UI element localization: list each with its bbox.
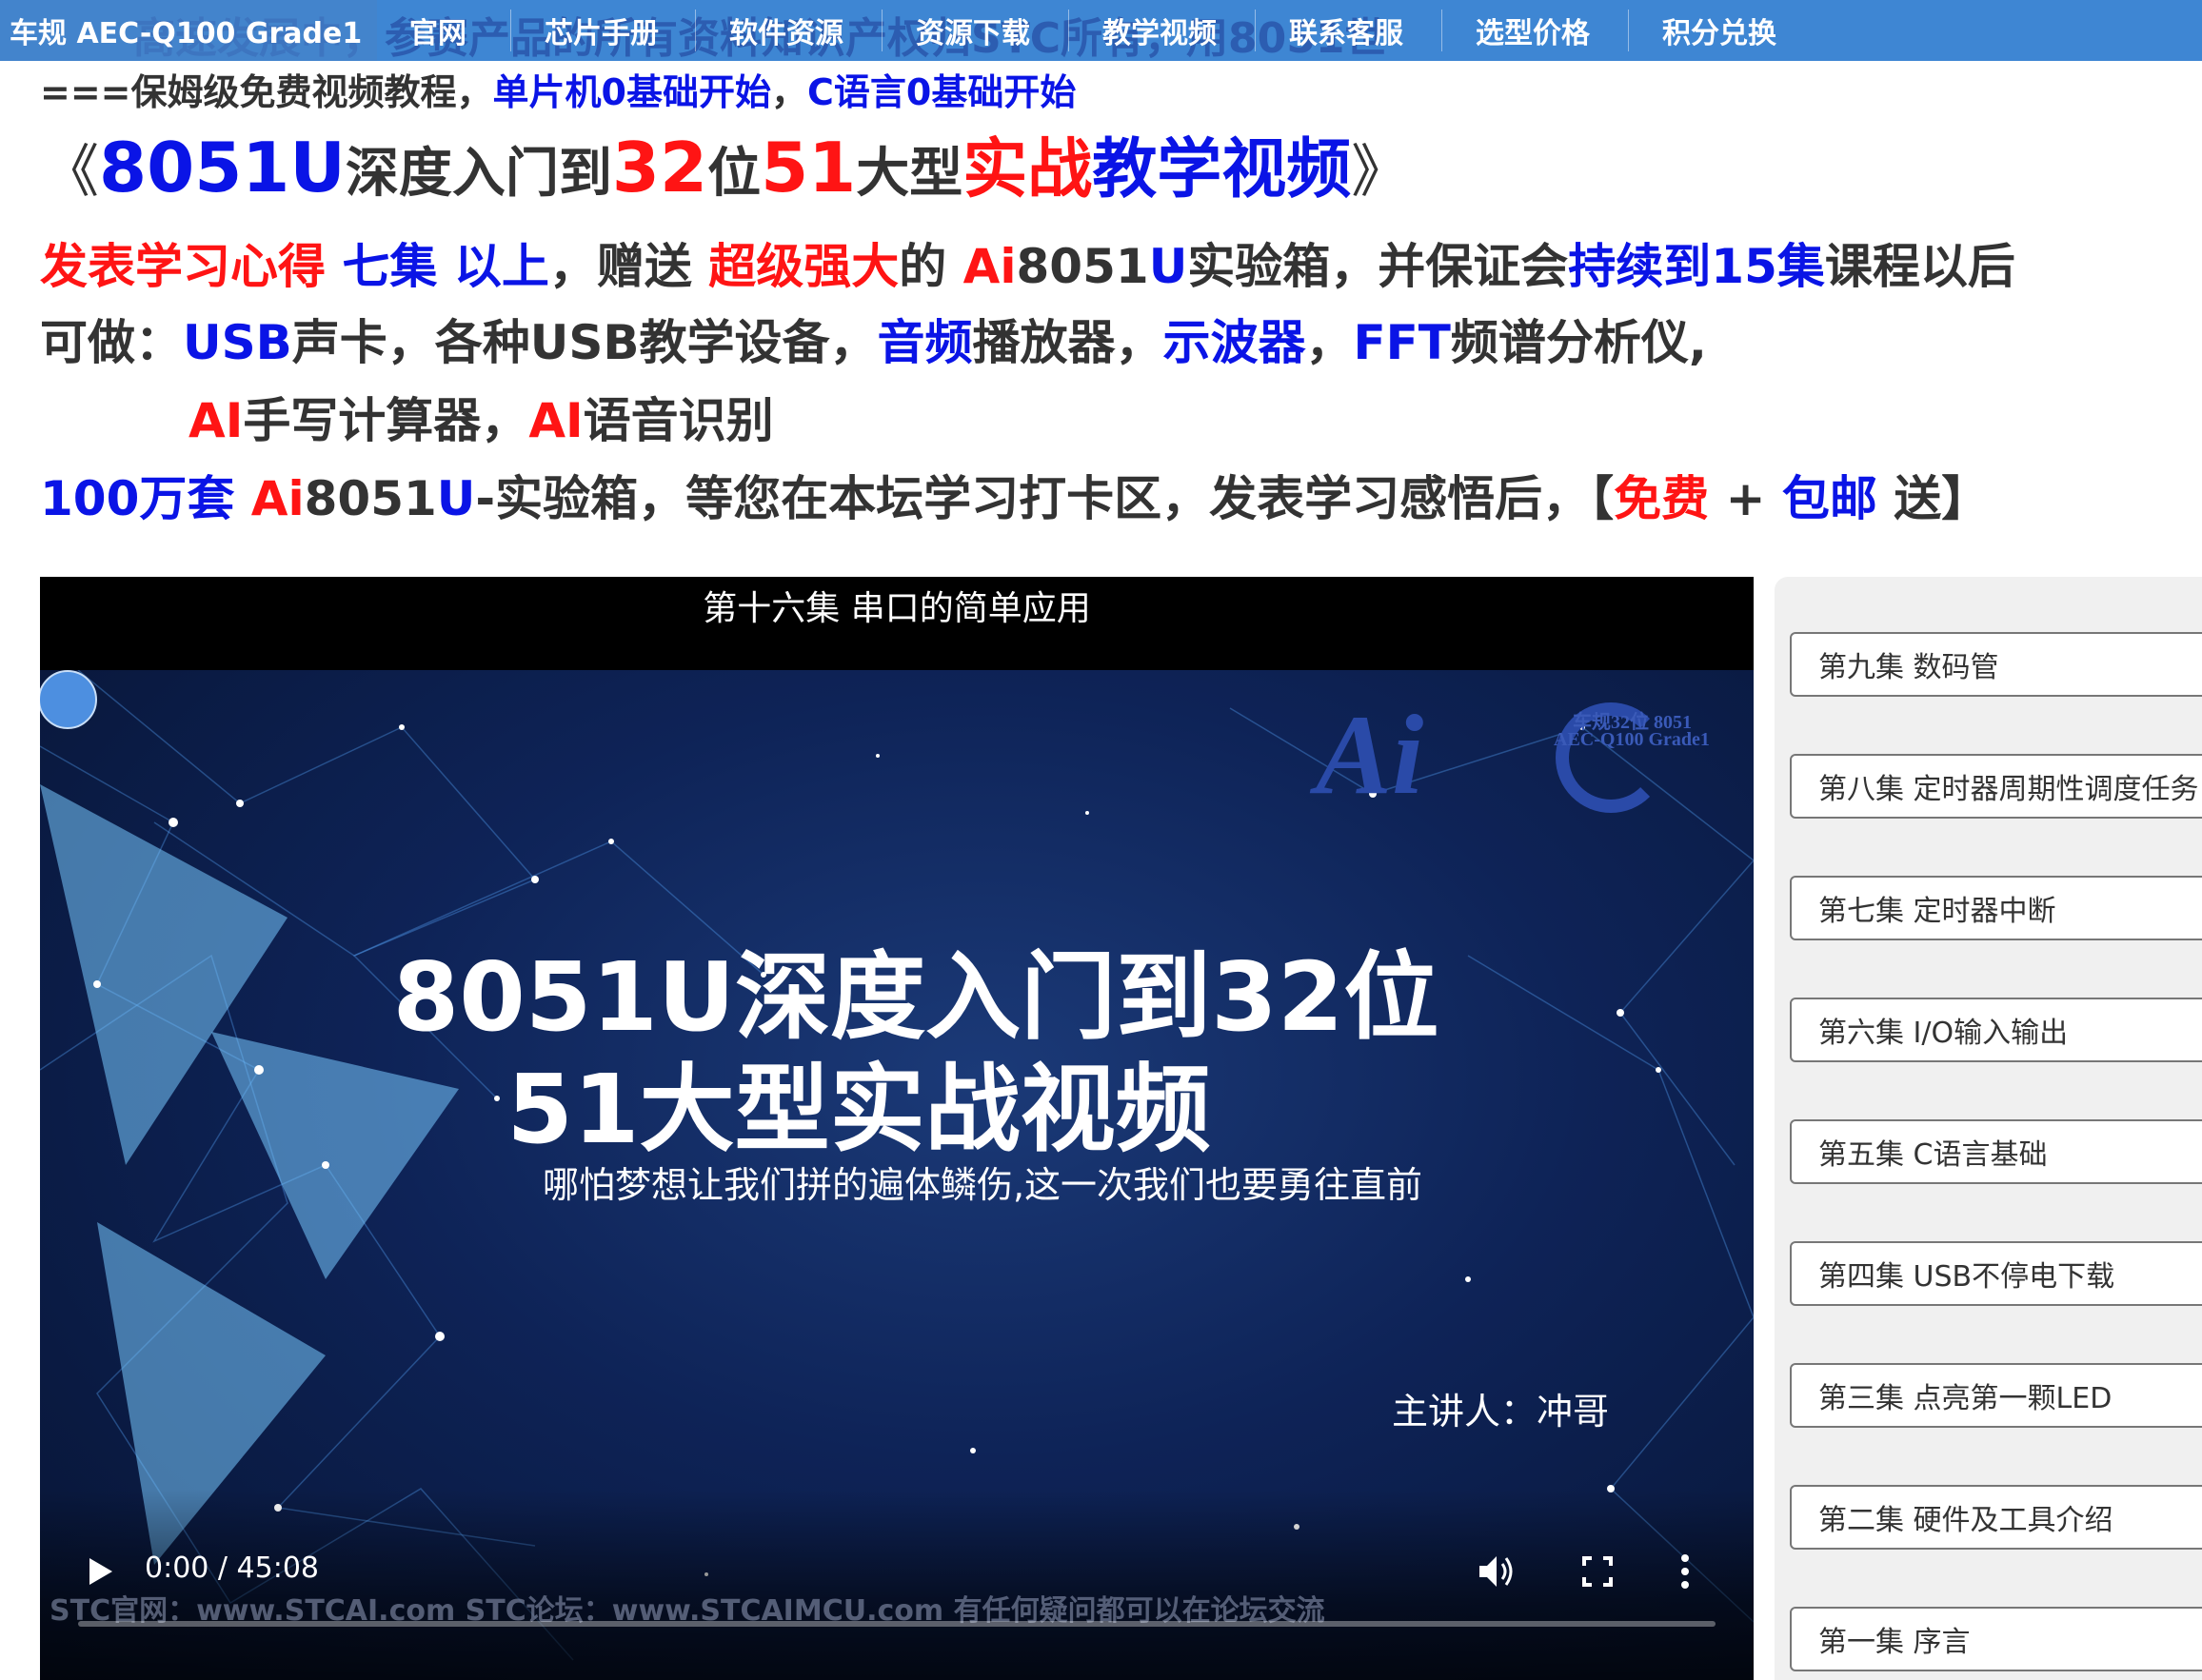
promo-text: U (1148, 239, 1188, 294)
promo-text: 持续到15集 (1568, 239, 1825, 294)
nav-chip-manual[interactable]: 芯片手册 (526, 0, 678, 61)
nav-divider (510, 10, 511, 51)
promo-text: 声卡 (291, 315, 387, 370)
headline-part: 深度入门到 (345, 143, 612, 205)
promo-text: 实验箱，并保证会 (1187, 239, 1569, 294)
nav-divider (1068, 10, 1069, 51)
promo-text: 频谱分析仪, (1450, 315, 1707, 370)
nav-teaching-videos[interactable]: 教学视频 (1083, 0, 1236, 61)
nav-divider (695, 10, 696, 51)
ai-logo: Ai (1316, 691, 1424, 818)
video-lecturer: 主讲人：冲哥 (1392, 1391, 1610, 1433)
video-frame[interactable]: Ai 车规32位 8051 AEC-Q100 Grade1 8051U深度入门到… (40, 670, 1754, 1680)
avatar-badge (40, 670, 97, 729)
playlist-item[interactable]: 第一集 序言 (1790, 1607, 2202, 1671)
nav-divider (1441, 10, 1442, 51)
nav-points-exchange[interactable]: 积分兑换 (1643, 0, 1795, 61)
headline-shizhan: 实战 (962, 132, 1093, 208)
fullscreen-icon[interactable] (1578, 1552, 1617, 1594)
promo-text: 课程以后 (1824, 239, 2015, 294)
promo-text: USB (183, 315, 292, 370)
nav-divider (1255, 10, 1256, 51)
video-time: 0:00 / 45:08 (145, 1552, 320, 1585)
headline-part: 位 (707, 143, 762, 205)
video-progress-bar[interactable] (78, 1621, 1716, 1627)
promo-text: 免费 (1614, 471, 1710, 526)
headline-open: 《 (42, 139, 99, 206)
promo-text: U (436, 471, 476, 526)
promo-text: 8051 (304, 471, 437, 526)
promo-text: 音频 (877, 315, 973, 370)
promo-text: 8051 (1016, 239, 1149, 294)
intro-prefix: ===保姆级免费视频教程， (40, 71, 493, 113)
play-icon[interactable] (82, 1554, 116, 1592)
video-controls: STC官网：www.STCAI.com STC论坛：www.STCAIMCU.c… (40, 1490, 1754, 1680)
nav-divider (882, 10, 883, 51)
headline-8051u: 8051U (99, 128, 346, 208)
promo-text: 语音识别 (583, 393, 774, 448)
playlist-item[interactable]: 第六集 I/O输入输出 (1790, 998, 2202, 1062)
playlist-item[interactable]: 第八集 定时器周期性调度任务 (1790, 754, 2202, 819)
promo-text: 超级强大 (708, 239, 900, 294)
playlist-item[interactable]: 第四集 USB不停电下载 (1790, 1241, 2202, 1306)
promo-text: 送】 (1876, 471, 1990, 526)
headline-close: 》 (1351, 139, 1409, 206)
intro-sep: ， (770, 71, 807, 113)
video-player[interactable]: 第十六集 串口的简单应用 Ai 车规32位 8051 AEC-Q100 Grad… (40, 577, 1754, 1680)
promo-text: 七集 以上 (326, 239, 549, 294)
nav-divider (1628, 10, 1629, 51)
top-nav-bar: 高速发展中，参赛产品的所有资料知识产权归STC所有，用8051世 车规 AEC-… (0, 0, 2202, 61)
video-episode-title: 第十六集 串口的简单应用 (40, 577, 1754, 670)
headline-32: 32 (611, 128, 708, 208)
promo-text: + (1709, 471, 1782, 526)
promo-text: 包邮 (1781, 471, 1877, 526)
playlist-item[interactable]: 第五集 C语言基础 (1790, 1119, 2202, 1184)
promo-text: AI (528, 393, 584, 448)
promo-line-2: 可做：USB声卡，各种USB教学设备，音频播放器，示波器，FFT频谱分析仪, (40, 305, 1707, 373)
video-hero-line-2: 51大型实战视频 (506, 1054, 1211, 1165)
video-slogan: 哪怕梦想让我们拼的遍体鳞伤,这一次我们也要勇往直前 (542, 1164, 1423, 1206)
playlist-item[interactable]: 第七集 定时器中断 (1790, 876, 2202, 940)
promo-text: 的 (899, 239, 963, 294)
promo-text: Ai (250, 471, 305, 526)
nav-downloads[interactable]: 资源下载 (897, 0, 1049, 61)
episode-playlist: 第九集 数码管 第八集 定时器周期性调度任务 第七集 定时器中断 第六集 I/O… (1775, 577, 2202, 1680)
promo-text: -实验箱，等您在本坛学习打卡区，发表学习感悟后，【 (475, 471, 1615, 526)
promo-line-3: AI手写计算器，AI语音识别 (188, 383, 774, 451)
intro-zero-mcu: 单片机0基础开始 (492, 71, 771, 113)
promo-text: ， (1305, 315, 1354, 370)
intro-zero-c: C语言0基础开始 (807, 71, 1077, 113)
promo-text: FFT (1353, 315, 1451, 370)
nav-official-site[interactable]: 官网 (381, 0, 495, 61)
promo-line-1: 发表学习心得 七集 以上，赠送 超级强大的 Ai8051U实验箱，并保证会持续到… (40, 228, 2015, 297)
promo-text: 发表学习心得 (40, 239, 326, 294)
volume-icon[interactable] (1476, 1551, 1518, 1596)
promo-text: 示波器 (1162, 315, 1306, 370)
promo-text: ，各种USB教学设备， (387, 315, 878, 370)
playlist-item[interactable]: 第三集 点亮第一颗LED (1790, 1363, 2202, 1428)
intro-line: ===保姆级免费视频教程，单片机0基础开始，C语言0基础开始 (40, 63, 1076, 115)
headline-jiaoxue: 教学视频 (1092, 132, 1352, 208)
nav-pricing[interactable]: 选型价格 (1457, 0, 1609, 61)
more-options-icon[interactable] (1676, 1552, 1695, 1594)
nav-software[interactable]: 软件资源 (710, 0, 863, 61)
headline-51: 51 (761, 128, 857, 208)
page-headline: 《8051U深度入门到32位51大型实战教学视频》 (42, 124, 1408, 218)
nav-customer-service[interactable]: 联系客服 (1270, 0, 1422, 61)
promo-line-4: 100万套 Ai8051U-实验箱，等您在本坛学习打卡区，发表学习感悟后，【免费… (40, 461, 1989, 529)
promo-text: Ai (962, 239, 1017, 294)
promo-text: 可做： (40, 315, 183, 370)
promo-text: 100万套 (40, 471, 251, 526)
brand-label[interactable]: 车规 AEC-Q100 Grade1 (0, 0, 378, 61)
promo-text: 播放器， (972, 315, 1163, 370)
promo-text: ，赠送 (548, 239, 709, 294)
playlist-item[interactable]: 第二集 硬件及工具介绍 (1790, 1485, 2202, 1550)
playlist-item[interactable]: 第九集 数码管 (1790, 632, 2202, 697)
logo-caption-2: AEC-Q100 Grade1 (1554, 729, 1710, 750)
promo-text: AI (188, 393, 244, 448)
headline-part: 大型 (856, 143, 963, 205)
promo-text: 手写计算器， (243, 393, 529, 448)
